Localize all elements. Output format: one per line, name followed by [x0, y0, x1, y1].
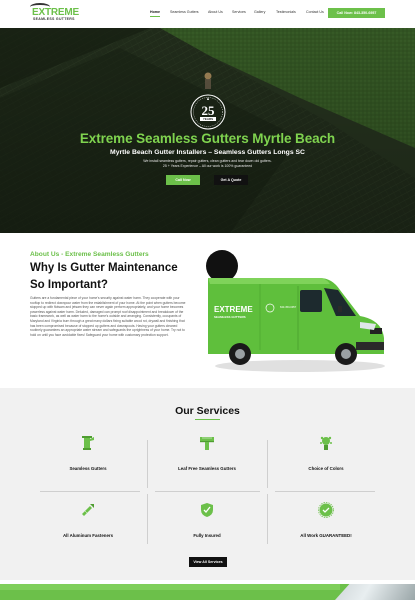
services-title: Our Services [175, 405, 240, 417]
service-leaf-free-gutters[interactable]: Leaf Free Seamless Gutters [147, 435, 267, 471]
svg-text:25: 25 [202, 103, 216, 118]
service-aluminum-fasteners[interactable]: All Aluminum Fasteners [28, 502, 148, 538]
nav-seamless-gutters[interactable]: Seamless Gutters [170, 10, 199, 14]
svg-text:843-350-6957: 843-350-6957 [280, 305, 297, 309]
site-header: EXTREME SEAMLESS GUTTERS Home Seamless G… [0, 0, 415, 28]
services-title-underline [195, 419, 220, 421]
next-section-preview [0, 584, 415, 600]
service-label: Seamless Gutters [69, 466, 107, 471]
gutter-guard-icon [200, 437, 214, 450]
service-label: All Aluminum Fasteners [62, 533, 114, 538]
section-photo [335, 584, 415, 600]
service-all-work-guaranteed[interactable]: All Work GUARANTEED! [266, 502, 386, 538]
service-label: Choice of Colors [308, 466, 344, 471]
nav-gallery[interactable]: Gallery [254, 10, 265, 14]
about-heading-line-2: So Important? [30, 279, 108, 291]
service-seamless-gutters[interactable]: Seamless Gutters [28, 435, 148, 471]
nav-about-us[interactable]: About Us [208, 10, 223, 14]
service-label: Leaf Free Seamless Gutters [178, 466, 236, 471]
service-label: All Work GUARANTEED! [300, 533, 352, 538]
paint-roller-icon [320, 436, 332, 450]
shield-check-icon [201, 503, 213, 517]
accent-band [0, 584, 340, 590]
guarantee-badge-icon [318, 502, 334, 518]
svg-text:EXTREME: EXTREME [214, 305, 253, 314]
grid-divider [40, 491, 140, 492]
view-all-services-button[interactable]: View All Services [189, 557, 227, 567]
about-body-text: Gutters are a fundamental piece of your … [30, 296, 186, 337]
service-choice-of-colors[interactable]: Choice of Colors [266, 435, 386, 471]
about-kicker: About Us - Extreme Seamless Gutters [30, 251, 149, 258]
fastener-bolt-icon [82, 504, 94, 516]
gutter-downspout-icon [82, 436, 94, 450]
nav-testimonials[interactable]: Testimonials [276, 10, 296, 14]
hero-section: 25 YEARS Extreme Seamless Gutters Myrtle… [0, 28, 415, 233]
hero-description-line-2: 25 + Years Experience – All our work is … [162, 164, 253, 168]
site-logo[interactable]: EXTREME SEAMLESS GUTTERS [30, 3, 80, 25]
hero-call-now-button[interactable]: Call Now [166, 175, 200, 185]
service-fully-insured[interactable]: Fully Insured [147, 502, 267, 538]
service-label: Fully Insured [193, 533, 221, 538]
grid-divider [275, 491, 375, 492]
hero-subtitle: Myrtle Beach Gutter Installers – Seamles… [110, 149, 305, 156]
nav-services[interactable]: Services [232, 10, 246, 14]
company-van-image: EXTREME SEAMLESS GUTTERS 843-350-6957 [206, 250, 385, 372]
svg-text:YEARS: YEARS [203, 117, 213, 121]
25-years-badge-icon: 25 YEARS [190, 94, 226, 130]
grid-divider [155, 491, 260, 492]
hero-description-line-1: We install seamless gutters, repair gutt… [143, 159, 272, 163]
svg-text:SEAMLESS GUTTERS: SEAMLESS GUTTERS [214, 315, 246, 319]
hero-get-quote-button[interactable]: Get A Quote [214, 175, 248, 185]
services-section: Our Services Seamless Gutters Leaf Free … [0, 388, 415, 580]
call-now-button[interactable]: Call Now: 843-350-6957 [328, 8, 385, 18]
hero-title: Extreme Seamless Gutters Myrtle Beach [79, 131, 336, 146]
nav-contact-us[interactable]: Contact Us [306, 10, 324, 14]
nav-home[interactable]: Home [150, 10, 160, 17]
logo-subtext: SEAMLESS GUTTERS [33, 17, 75, 21]
about-heading-line-1: Why Is Gutter Maintenance [30, 262, 178, 274]
